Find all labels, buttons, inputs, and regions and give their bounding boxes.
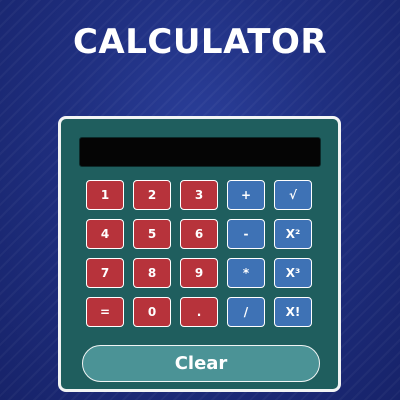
key-square[interactable]: X² [274, 219, 312, 249]
key-6[interactable]: 6 [180, 219, 218, 249]
calculator-display [79, 137, 321, 167]
key-5[interactable]: 5 [133, 219, 171, 249]
key-equals[interactable]: = [86, 297, 124, 327]
key-divide[interactable]: / [227, 297, 265, 327]
key-9[interactable]: 9 [180, 258, 218, 288]
key-1[interactable]: 1 [86, 180, 124, 210]
clear-button[interactable]: Clear [82, 345, 320, 382]
key-0[interactable]: 0 [133, 297, 171, 327]
calculator-panel: 1 2 3 + √ 4 5 6- X² 7 8 9 * X³ = 0. / X! Clear [58, 116, 341, 392]
key-4[interactable]: 4 [86, 219, 124, 249]
key-7[interactable]: 7 [86, 258, 124, 288]
app-title: CALCULATOR [72, 22, 328, 62]
key-multiply[interactable]: * [227, 258, 265, 288]
key-factorial[interactable]: X! [274, 297, 312, 327]
key-plus[interactable]: + [227, 180, 265, 210]
key-sqrt[interactable]: √ [274, 180, 312, 210]
key-cube[interactable]: X³ [274, 258, 312, 288]
key-decimal[interactable]: . [180, 297, 218, 327]
keypad: 1 2 3 + √ 4 5 6- X² 7 8 9 * X³ = 0. / X! [86, 180, 312, 327]
key-8[interactable]: 8 [133, 258, 171, 288]
key-minus[interactable]: - [227, 219, 265, 249]
key-3[interactable]: 3 [180, 180, 218, 210]
key-2[interactable]: 2 [133, 180, 171, 210]
